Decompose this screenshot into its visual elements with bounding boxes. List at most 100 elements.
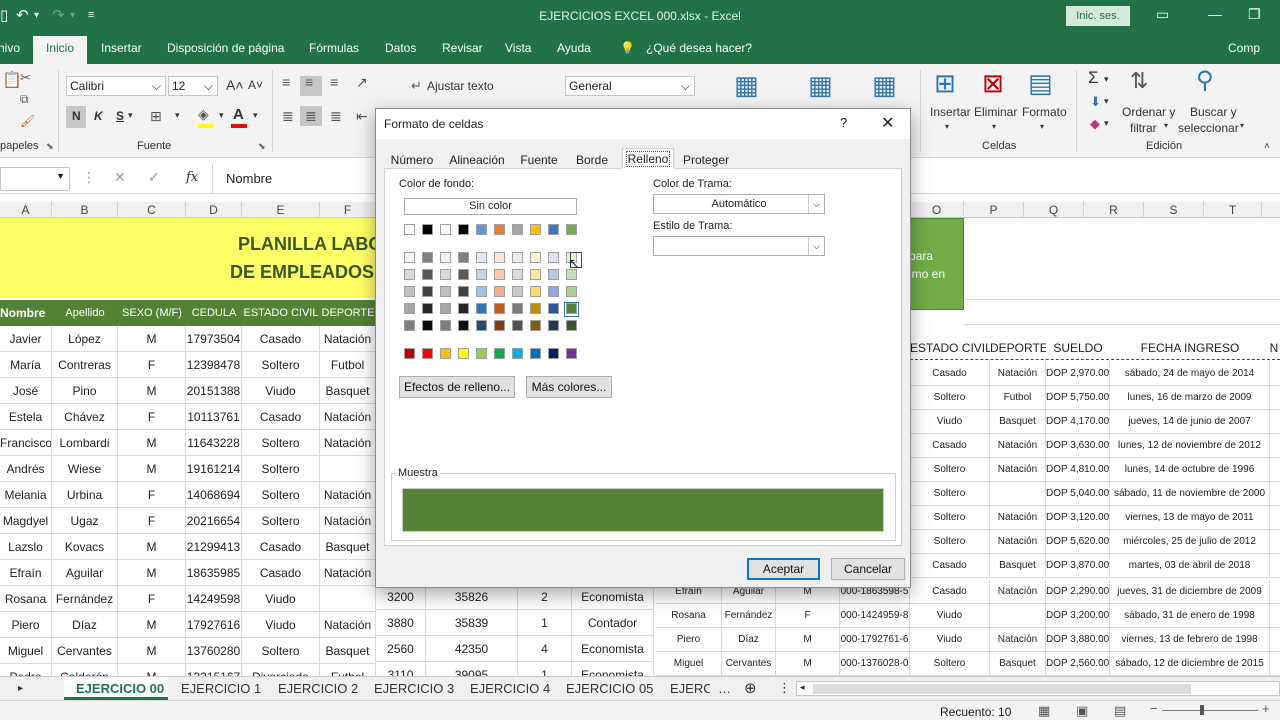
- cell-apellido[interactable]: Ugaz: [52, 508, 118, 534]
- col-header-d[interactable]: D: [186, 202, 242, 218]
- cell-estado-civil[interactable]: Soltero: [242, 456, 320, 482]
- cell-cedula[interactable]: 12215167: [186, 664, 242, 676]
- share-button[interactable]: Comp: [1228, 41, 1260, 55]
- table-cell[interactable]: 3880: [376, 610, 426, 636]
- cell-nombre[interactable]: Miguel: [0, 638, 52, 664]
- tab-formulas[interactable]: Fórmulas: [309, 41, 359, 55]
- color-swatch[interactable]: [458, 303, 469, 314]
- table-cell[interactable]: Cervantes: [722, 652, 776, 676]
- color-swatch[interactable]: [440, 320, 451, 331]
- cell-sexo[interactable]: F: [118, 352, 186, 378]
- color-swatch[interactable]: [494, 252, 505, 263]
- cell-estado-civil[interactable]: Viudo: [242, 612, 320, 638]
- color-swatch[interactable]: [458, 269, 469, 280]
- ok-button[interactable]: Aceptar: [747, 558, 820, 580]
- cell-cedula[interactable]: 13760280: [186, 638, 242, 664]
- color-swatch[interactable]: [512, 269, 523, 280]
- font-color-icon[interactable]: A: [233, 106, 244, 123]
- wrap-text-button[interactable]: Ajustar texto: [427, 79, 494, 93]
- cell-cedula[interactable]: 17927616: [186, 612, 242, 638]
- chevron-down-icon[interactable]: ▾: [219, 110, 224, 121]
- pattern-style-select[interactable]: ⌵: [653, 236, 825, 256]
- col-header-t[interactable]: T: [1204, 202, 1262, 218]
- sheet-tab-ejercicio-3[interactable]: EJERCICIO 3: [374, 681, 454, 696]
- table-cell[interactable]: 42350: [426, 636, 518, 662]
- cell-sexo[interactable]: M: [118, 456, 186, 482]
- table-cell[interactable]: M: [776, 628, 840, 652]
- table-cell[interactable]: M: [776, 652, 840, 676]
- color-swatch[interactable]: [458, 224, 469, 235]
- table-cell[interactable]: 39095: [426, 662, 518, 676]
- more-sheets-icon[interactable]: …: [718, 681, 731, 696]
- table-cell[interactable]: 4: [518, 636, 572, 662]
- table-cell[interactable]: DOP 3,120.00: [1046, 506, 1110, 530]
- table-cell[interactable]: DOP 4,810.00: [1046, 458, 1110, 482]
- cell-cedula[interactable]: 12398478: [186, 352, 242, 378]
- align-middle-icon[interactable]: ≡: [305, 74, 313, 90]
- formula-content[interactable]: Nombre: [226, 171, 272, 186]
- cell-nombre[interactable]: Melania: [0, 482, 52, 508]
- table-cell[interactable]: [990, 482, 1046, 506]
- tab-insertar[interactable]: Insertar: [101, 41, 142, 55]
- table-cell[interactable]: DOP 3,880.00: [1046, 628, 1110, 652]
- color-swatch[interactable]: [476, 252, 487, 263]
- cell-estado-civil[interactable]: Viudo: [242, 586, 320, 612]
- tab-datos[interactable]: Datos: [385, 41, 416, 55]
- tab-disposicion[interactable]: Disposición de página: [167, 41, 284, 55]
- table-cell[interactable]: 1: [518, 610, 572, 636]
- table-cell[interactable]: Díaz: [722, 628, 776, 652]
- zoom-out-icon[interactable]: −: [1150, 701, 1158, 716]
- cell-sexo[interactable]: M: [118, 664, 186, 676]
- table-cell[interactable]: Casado: [910, 580, 990, 604]
- color-swatch[interactable]: [422, 348, 433, 359]
- color-swatch[interactable]: [404, 303, 415, 314]
- fill-icon[interactable]: ⬇: [1090, 94, 1101, 110]
- table-cell[interactable]: Natación: [990, 458, 1046, 482]
- cell-cedula[interactable]: 20216654: [186, 508, 242, 534]
- conditional-format-icon[interactable]: ▦: [734, 70, 759, 101]
- color-swatch[interactable]: [494, 269, 505, 280]
- cell-sexo[interactable]: M: [118, 534, 186, 560]
- table-cell[interactable]: Basquet: [990, 554, 1046, 578]
- cell-apellido[interactable]: Lombardi: [52, 430, 118, 456]
- col-header-b[interactable]: B: [52, 202, 118, 218]
- tab-inicio[interactable]: Inicio: [46, 41, 74, 55]
- format-cells-icon[interactable]: ▤: [1028, 68, 1053, 99]
- sort-filter-icon[interactable]: ⇅: [1130, 68, 1148, 94]
- table-cell[interactable]: miércoles, 25 de julio de 2012: [1110, 530, 1270, 554]
- sheet-tab-ejercicio-2[interactable]: EJERCICIO 2: [278, 681, 358, 696]
- cell-deporte[interactable]: [320, 456, 376, 482]
- color-swatch[interactable]: [530, 224, 541, 235]
- sheet-tab-ejercicio-05[interactable]: EJERCICIO 05: [566, 681, 653, 696]
- color-swatch[interactable]: [494, 303, 505, 314]
- cell-apellido[interactable]: Aguilar: [52, 560, 118, 586]
- cell-cedula[interactable]: 17973504: [186, 326, 242, 352]
- table-cell[interactable]: sábado, 24 de mayo de 2014: [1110, 362, 1270, 386]
- table-cell[interactable]: [990, 604, 1046, 628]
- fill-color-icon[interactable]: ◈: [198, 106, 209, 123]
- cell-deporte[interactable]: Futbol: [320, 664, 376, 676]
- table-cell[interactable]: Casado: [910, 554, 990, 578]
- color-swatch[interactable]: [548, 252, 559, 263]
- format-as-table-icon[interactable]: ▦: [808, 70, 833, 101]
- cell-apellido[interactable]: Contreras: [52, 352, 118, 378]
- table-cell[interactable]: sábado, 31 de enero de 1998: [1110, 604, 1270, 628]
- color-swatch[interactable]: [422, 303, 433, 314]
- table-cell[interactable]: Natación: [990, 434, 1046, 458]
- cell-nombre[interactable]: Estela: [0, 404, 52, 430]
- cell-deporte[interactable]: Natación: [320, 326, 376, 352]
- table-cell[interactable]: Viudo: [910, 410, 990, 434]
- cell-cedula[interactable]: 14068694: [186, 482, 242, 508]
- cell-estado-civil[interactable]: Casado: [242, 404, 320, 430]
- color-swatch[interactable]: [476, 303, 487, 314]
- zoom-in-icon[interactable]: +: [1262, 701, 1270, 716]
- color-swatch[interactable]: [404, 286, 415, 297]
- minimize-icon[interactable]: —: [1208, 6, 1222, 22]
- table-cell[interactable]: Soltero: [910, 458, 990, 482]
- cell-estado-civil[interactable]: Soltero: [242, 638, 320, 664]
- color-swatch[interactable]: [404, 269, 415, 280]
- color-swatch[interactable]: [512, 348, 523, 359]
- table-cell[interactable]: lunes, 12 de noviembre de 2012: [1110, 434, 1270, 458]
- restore-icon[interactable]: ❐: [1248, 6, 1261, 23]
- tab-relleno[interactable]: Relleno: [622, 148, 674, 169]
